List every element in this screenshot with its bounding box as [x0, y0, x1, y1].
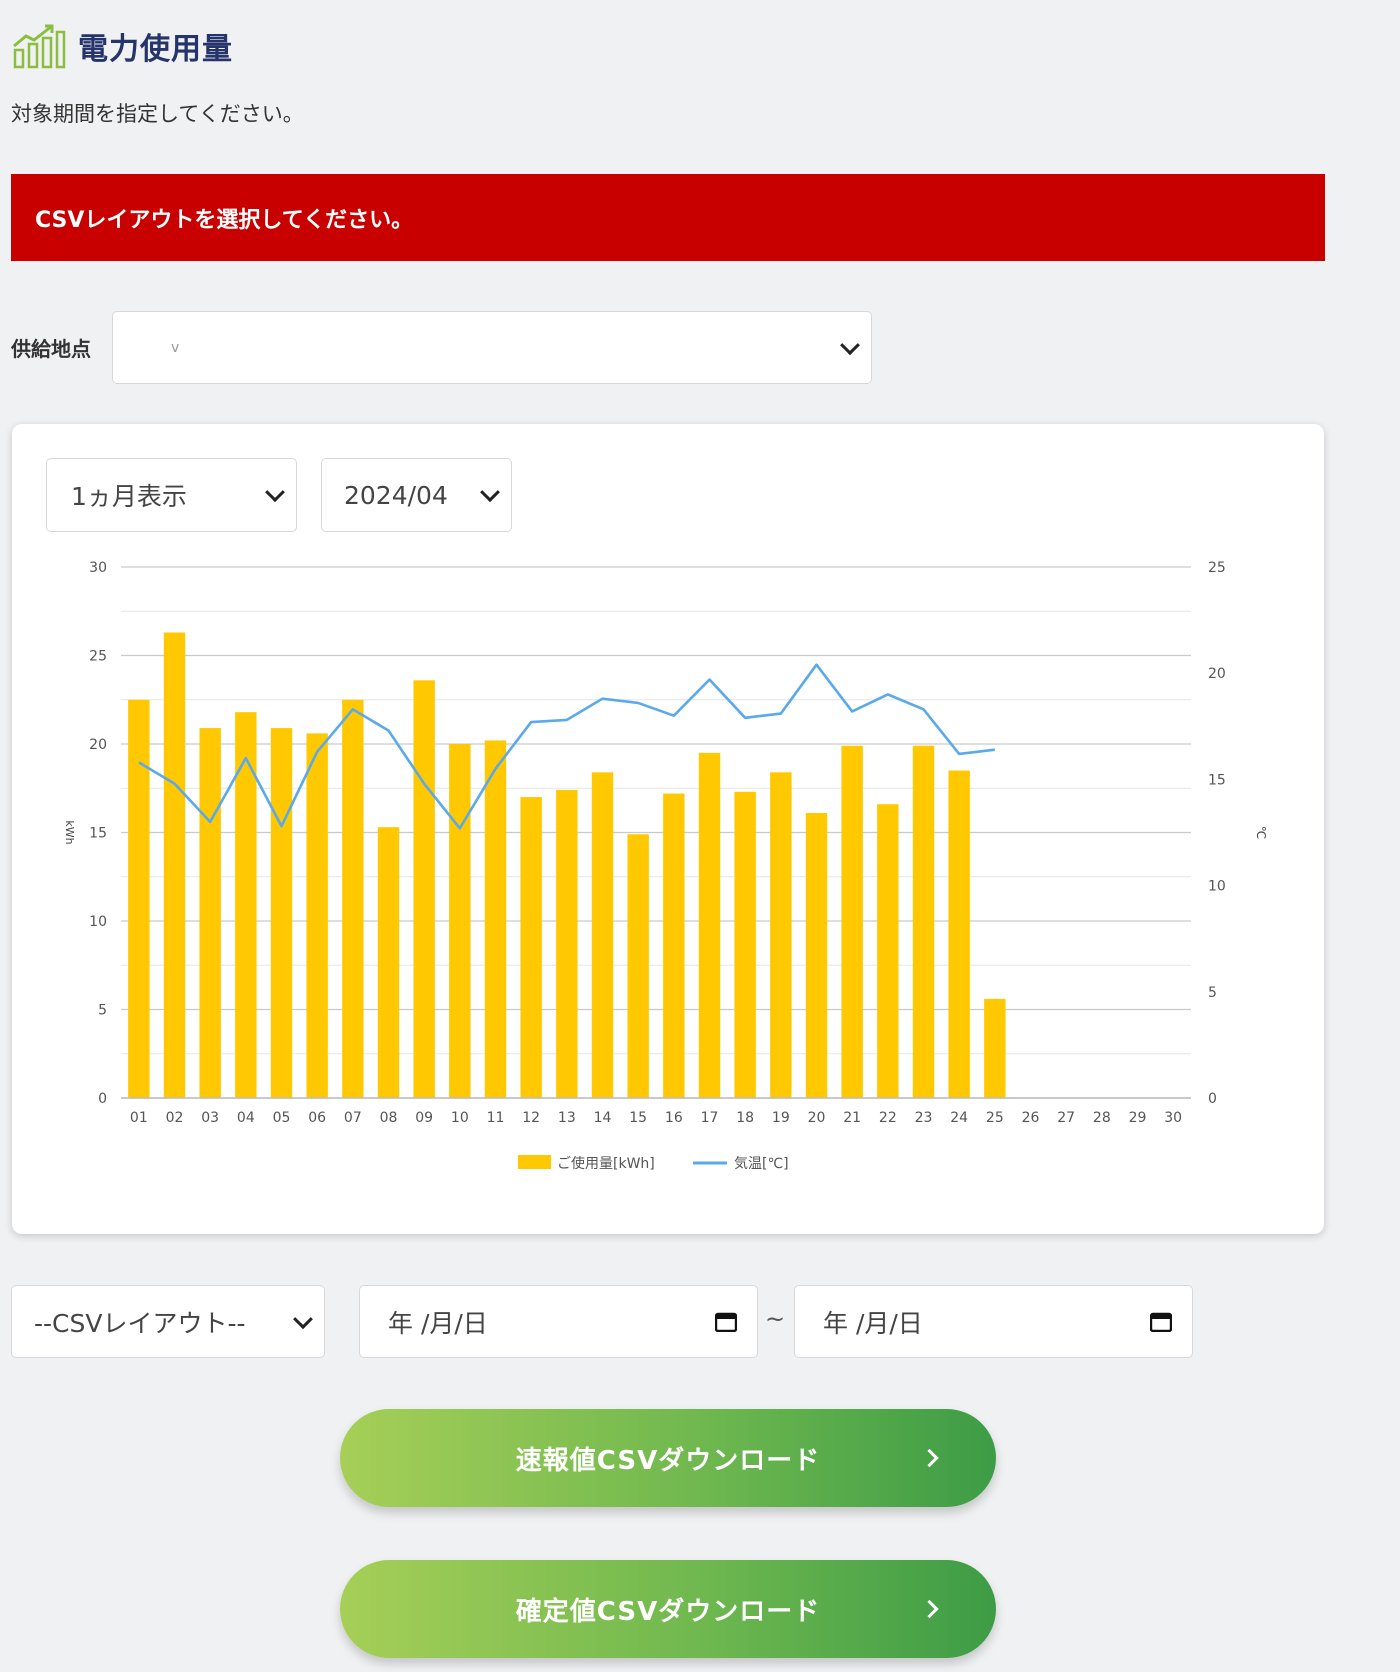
y-right-axis-label: ℃	[1254, 826, 1268, 839]
y-right-tick-label: 0	[1208, 1091, 1217, 1107]
x-tick-label: 07	[344, 1110, 362, 1126]
usage-bar	[805, 813, 828, 1098]
usage-bar	[948, 770, 970, 1098]
chevron-right-icon	[920, 1448, 939, 1468]
usage-bar	[698, 752, 721, 1098]
y-left-tick-label: 10	[89, 914, 107, 930]
usage-bar	[449, 744, 471, 1098]
x-tick-label: 16	[665, 1110, 683, 1126]
x-tick-label: 10	[451, 1110, 469, 1126]
y-left-axis-label: kWh	[63, 820, 76, 844]
usage-chart: 0510152025300510152025kWh ℃01 02 03 04 05 06 07…	[63, 560, 1268, 1172]
y-right-tick-label: 20	[1208, 666, 1226, 682]
x-tick-label: 12	[522, 1110, 540, 1126]
x-tick-label: 23	[915, 1110, 933, 1126]
x-tick-label: 04	[237, 1110, 255, 1126]
y-right-tick-label: 5	[1208, 985, 1217, 1001]
usage-bar	[520, 797, 542, 1098]
calendar-icon[interactable]	[715, 1312, 737, 1332]
x-tick-label: 09	[415, 1110, 433, 1126]
y-right-tick-label: 10	[1208, 879, 1226, 895]
usage-bar	[770, 772, 792, 1098]
usage-bar	[734, 791, 756, 1098]
usage-bar	[591, 772, 614, 1098]
x-tick-label: 19	[772, 1110, 790, 1126]
x-tick-label: 06	[308, 1110, 326, 1126]
chevron-down-icon	[293, 1308, 313, 1329]
usage-bar	[128, 699, 150, 1098]
usage-bar	[984, 998, 1006, 1098]
legend-label-temperature: 気温[℃]	[734, 1156, 789, 1172]
y-left-tick-label: 20	[89, 737, 107, 753]
usage-bar	[556, 790, 578, 1098]
x-tick-label: 20	[808, 1110, 826, 1126]
usage-bar	[877, 804, 899, 1098]
x-tick-label: 11	[487, 1110, 505, 1126]
x-tick-label: 22	[879, 1110, 897, 1126]
usage-bar	[377, 827, 400, 1098]
end-date-input[interactable]: 年 /月/日	[794, 1285, 1193, 1358]
usage-bar	[663, 793, 685, 1098]
usage-bar	[413, 680, 435, 1098]
x-tick-label: 18	[736, 1110, 754, 1126]
x-tick-label: 15	[629, 1110, 647, 1126]
x-tick-label: 14	[594, 1110, 612, 1126]
x-tick-label: 13	[558, 1110, 576, 1126]
x-tick-label: 21	[843, 1110, 861, 1126]
legend-swatch-usage	[518, 1155, 551, 1169]
x-tick-label: 28	[1093, 1110, 1111, 1126]
x-tick-label: 08	[380, 1110, 398, 1126]
x-tick-label: 27	[1057, 1110, 1075, 1126]
usage-bar	[199, 728, 221, 1098]
final-csv-download-button[interactable]: 確定値CSVダウンロード	[340, 1560, 996, 1658]
y-left-tick-label: 30	[89, 560, 107, 576]
usage-bar	[912, 745, 935, 1098]
quick-csv-download-label: 速報値CSVダウンロード	[515, 1445, 821, 1476]
usage-bar	[484, 740, 507, 1098]
x-tick-label: 02	[166, 1110, 184, 1126]
y-left-tick-label: 0	[98, 1091, 107, 1107]
x-tick-label: 05	[273, 1110, 291, 1126]
csv-layout-value: --CSVレイアウト--	[34, 1308, 246, 1338]
y-left-tick-label: 15	[89, 826, 107, 842]
start-date-placeholder: 年 /月/日	[388, 1308, 488, 1338]
date-range-separator: ~	[765, 1305, 786, 1333]
y-left-tick-label: 25	[89, 649, 107, 665]
final-csv-download-label: 確定値CSVダウンロード	[515, 1596, 821, 1627]
y-left-tick-label: 5	[98, 1003, 107, 1019]
x-tick-label: 03	[201, 1110, 219, 1126]
end-date-placeholder: 年 /月/日	[823, 1308, 923, 1338]
start-date-input[interactable]: 年 /月/日	[359, 1285, 758, 1358]
usage-bar	[163, 632, 186, 1098]
x-tick-label: 01	[130, 1110, 148, 1126]
x-tick-label: 30	[1164, 1110, 1182, 1126]
x-tick-label: 29	[1129, 1110, 1147, 1126]
usage-bar	[270, 728, 293, 1098]
y-right-tick-label: 25	[1208, 560, 1226, 576]
usage-bar	[627, 834, 649, 1098]
csv-layout-select[interactable]: --CSVレイアウト--	[11, 1285, 325, 1358]
x-tick-label: 17	[701, 1110, 719, 1126]
x-tick-label: 25	[986, 1110, 1004, 1126]
calendar-icon[interactable]	[1150, 1312, 1172, 1332]
usage-bar	[841, 745, 863, 1098]
legend-label-usage: ご使用量[kWh]	[557, 1155, 655, 1172]
usage-bar	[306, 733, 328, 1098]
x-tick-label: 26	[1022, 1110, 1040, 1126]
x-tick-label: 24	[950, 1110, 968, 1126]
usage-bar	[342, 699, 364, 1098]
chevron-right-icon	[920, 1599, 939, 1619]
quick-csv-download-button[interactable]: 速報値CSVダウンロード	[340, 1409, 996, 1507]
y-right-tick-label: 15	[1208, 772, 1226, 788]
